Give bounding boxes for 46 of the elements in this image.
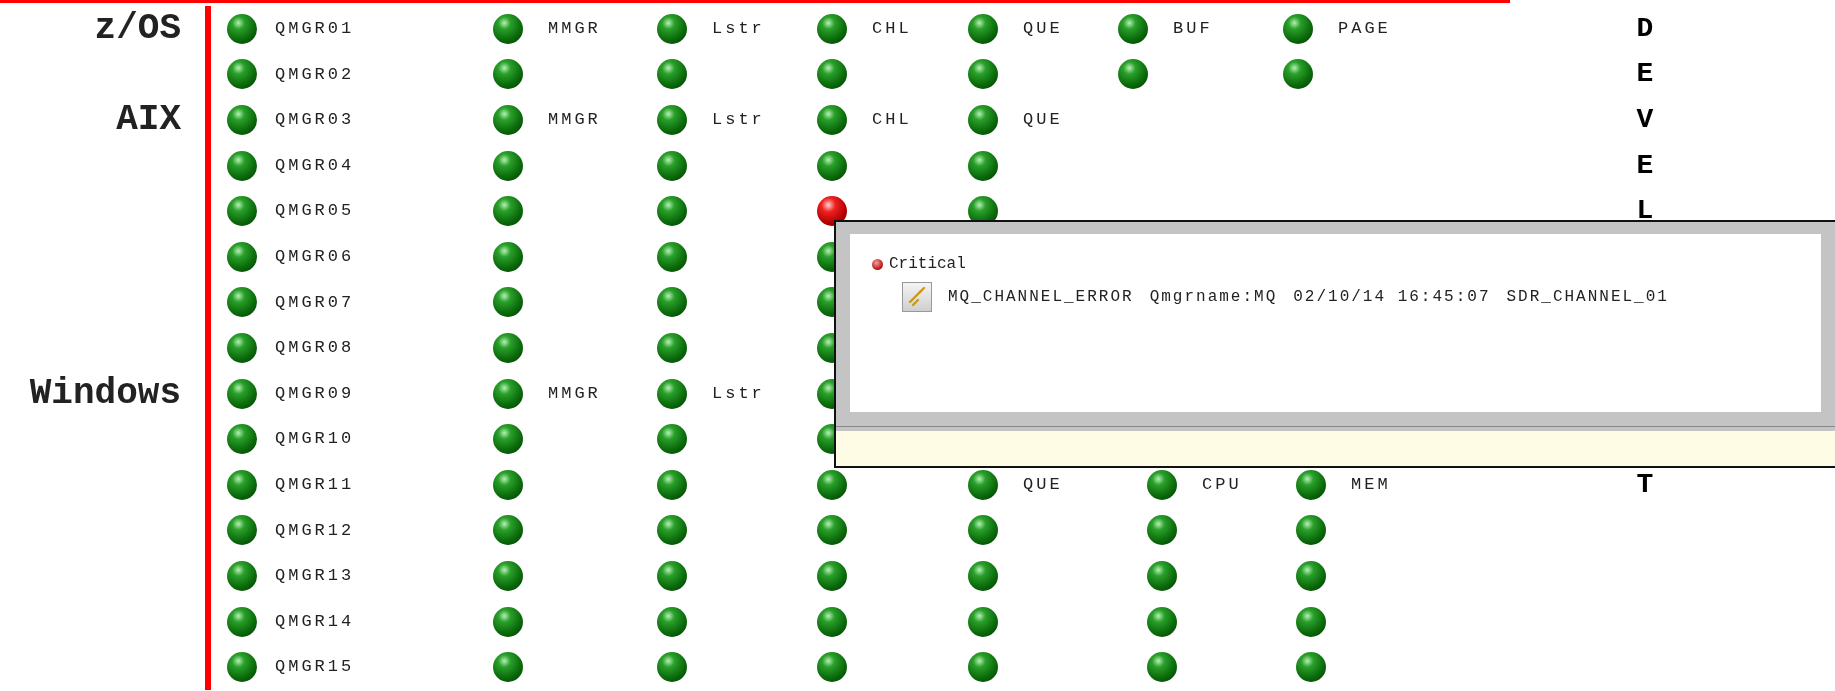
indicator-label: Lstr	[712, 109, 765, 132]
queue-manager-name: QMGR05	[275, 200, 355, 223]
queue-manager-name: QMGR14	[275, 610, 355, 633]
queue-manager-name: QMGR04	[275, 154, 355, 177]
queue-manager-name: QMGR02	[275, 63, 355, 86]
queue-manager-name: QMGR10	[275, 428, 355, 451]
vertical-letter: E	[1636, 151, 1654, 180]
os-label: Windows	[29, 375, 181, 412]
vertical-letter: D	[1636, 14, 1654, 43]
queue-manager-name: QMGR09	[275, 382, 355, 405]
indicator-label: QUE	[1023, 109, 1063, 132]
indicator-label: QUE	[1023, 474, 1063, 496]
indicator-label: MEM	[1351, 474, 1391, 496]
indicator-label: CPU	[1202, 474, 1242, 496]
indicator-label: Lstr	[712, 382, 765, 405]
alert-field: SDR_CHANNEL_01	[1506, 285, 1669, 309]
link-button[interactable]	[902, 282, 932, 312]
severity-label: Critical	[889, 254, 966, 275]
indicator-label: BUF	[1173, 18, 1213, 41]
queue-manager-name: QMGR01	[275, 18, 355, 41]
queue-manager-name: QMGR12	[275, 519, 355, 542]
indicator-label: PAGE	[1338, 18, 1391, 41]
severity-icon	[872, 258, 883, 270]
queue-manager-name: QMGR06	[275, 246, 355, 268]
alert-field: MQ_CHANNEL_ERROR	[948, 285, 1134, 309]
os-label: AIX	[116, 102, 181, 138]
vertical-letter: E	[1636, 60, 1654, 89]
indicator-label: MMGR	[548, 382, 601, 405]
alert-field: 02/10/14 16:45:07	[1293, 285, 1491, 309]
indicator-label: QUE	[1023, 18, 1063, 41]
vertical-letter: V	[1636, 106, 1654, 134]
queue-manager-name: QMGR11	[275, 474, 355, 496]
alert-field: Qmgrname:MQ	[1149, 285, 1278, 309]
queue-manager-name: QMGR08	[275, 337, 355, 360]
vertical-letter: T	[1636, 470, 1654, 499]
indicator-label: CHL	[872, 109, 912, 132]
queue-manager-name: QMGR15	[275, 656, 355, 679]
indicator-label: MMGR	[548, 109, 601, 132]
queue-manager-name: QMGR03	[275, 109, 355, 132]
indicator-label: CHL	[872, 18, 912, 41]
queue-manager-name: QMGR07	[275, 291, 355, 314]
os-label: z/OS	[94, 10, 181, 47]
queue-manager-name: QMGR13	[275, 565, 355, 588]
vertical-letter: L	[1636, 197, 1654, 226]
indicator-label: Lstr	[712, 18, 765, 41]
indicator-label: MMGR	[548, 18, 601, 41]
